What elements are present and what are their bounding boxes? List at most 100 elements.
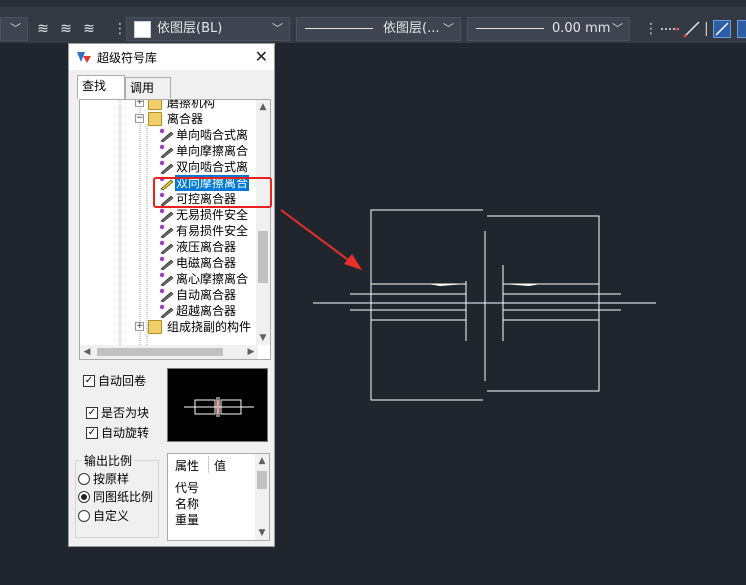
app-logo-icon [77, 52, 91, 63]
toolbar-divider: | [704, 21, 709, 37]
scroll-thumb[interactable] [257, 471, 267, 489]
tree-folder-row[interactable]: − 离合器 [80, 111, 258, 127]
layer-color-label: 依图层(BL) [157, 21, 223, 36]
highlight-box [153, 177, 272, 208]
props-vertical-scrollbar[interactable]: ▲ ▼ [255, 454, 269, 540]
tree-item-label: 组成挠副的构件 [167, 320, 252, 334]
tree-vertical-scrollbar[interactable]: ▲ ▼ [256, 100, 270, 345]
tab-search[interactable]: 查找 [77, 75, 125, 99]
tree-item-row[interactable]: 单向摩擦离合 [80, 143, 258, 159]
prop-header-value: 值 [214, 459, 227, 473]
dialog-title: 超级符号库 [97, 51, 158, 65]
lineweight-dropdown[interactable]: 0.00 mm ﹀ [467, 17, 630, 41]
radio-paper-scale-label: 同图纸比例 [93, 490, 154, 504]
checkbox-checked-icon: ✓ [86, 427, 98, 439]
toolbar-grip-icon: ⋮ [113, 21, 127, 37]
symbol-item-icon [158, 304, 174, 319]
close-icon[interactable]: ✕ [255, 47, 268, 66]
toolbar-grip-icon: ⋮ [644, 21, 658, 37]
radio-circle [78, 473, 90, 485]
expand-icon[interactable]: + [135, 322, 144, 331]
layer-match-icon[interactable]: ≋ [57, 20, 75, 38]
symbol-item-icon [158, 144, 174, 159]
symbol-item-icon [158, 128, 174, 143]
checkbox-checked-icon: ✓ [86, 407, 98, 419]
tree-item-label: 单向啮合式离 [176, 128, 249, 142]
tree-item-label: 无易损件安全 [176, 208, 249, 222]
scroll-up-icon[interactable]: ▲ [256, 100, 270, 114]
tree-item-label: 超越离合器 [176, 304, 237, 318]
toolbar-top-strip [0, 0, 746, 7]
color-dropdown[interactable]: 依图层(BL) ﹀ [126, 17, 290, 41]
tree-horizontal-scrollbar[interactable]: ◀ ▶ [80, 345, 258, 359]
annotation-arrow [280, 209, 362, 270]
tree-item-label: 磨擦机构 [167, 99, 216, 110]
as-block-label: 是否为块 [101, 406, 150, 420]
scroll-down-icon[interactable]: ▼ [256, 331, 270, 345]
folder-icon [148, 320, 162, 334]
expand-icon[interactable]: + [135, 100, 144, 107]
properties-grid[interactable]: 属性 值 代号 名称 重量 ▲ ▼ [167, 453, 270, 541]
scale-group-title: 输出比例 [82, 452, 135, 469]
tree-folder-row[interactable]: + 磨擦机构 [80, 99, 258, 111]
folder-icon [148, 100, 162, 110]
scroll-thumb[interactable] [258, 231, 268, 283]
tree-item-row[interactable]: 离心摩擦离合 [80, 271, 258, 287]
auto-return-label: 自动回卷 [98, 374, 147, 388]
tree-item-row[interactable]: 双向啮合式离 [80, 159, 258, 175]
scroll-down-icon[interactable]: ▼ [255, 526, 269, 540]
polar-tracking-icon[interactable] [737, 20, 746, 38]
radio-circle-selected [78, 491, 90, 503]
dashed-line-icon[interactable] [660, 20, 680, 38]
lineweight-label: 0.00 mm [552, 21, 611, 36]
linetype-label: 依图层(... [383, 21, 440, 36]
auto-rotate-label: 自动旋转 [101, 426, 150, 440]
layer-stack-icon[interactable]: ≋ [34, 20, 52, 38]
radio-as-is-label: 按原样 [93, 472, 130, 486]
tree-item-label: 电磁离合器 [176, 256, 237, 270]
tree-item-label: 液压离合器 [176, 240, 237, 254]
tree-item-row[interactable]: 自动离合器 [80, 287, 258, 303]
dialog-titlebar[interactable]: 超级符号库 ✕ [69, 44, 274, 70]
tree-folder-row[interactable]: + 组成挠副的构件 [80, 319, 258, 335]
tree-item-label: 有易损件安全 [176, 224, 249, 238]
symbol-preview [167, 368, 268, 442]
tree-item-row[interactable]: 单向啮合式离 [80, 127, 258, 143]
scroll-thumb[interactable] [97, 348, 223, 356]
scroll-right-icon[interactable]: ▶ [244, 345, 258, 359]
chevron-down-icon: ﹀ [10, 22, 21, 35]
prop-row-code: 代号 [175, 481, 200, 495]
preview-drawing [184, 397, 254, 417]
scroll-up-icon[interactable]: ▲ [255, 454, 269, 468]
chevron-down-icon: ﹀ [272, 22, 283, 35]
tree-item-row[interactable]: 有易损件安全 [80, 223, 258, 239]
tree-item-label: 单向摩擦离合 [176, 144, 249, 158]
symbol-item-icon [158, 288, 174, 303]
tree-item-row[interactable]: 无易损件安全 [80, 207, 258, 223]
scroll-left-icon[interactable]: ◀ [80, 345, 94, 359]
tree-item-row[interactable]: 液压离合器 [80, 239, 258, 255]
symbol-library-dialog: 超级符号库 ✕ 查找 调用 + 磨擦机构 − 离合器 单向啮合式离 单向摩擦离合 双向啮合式… [68, 43, 275, 547]
symbol-tree[interactable]: + 磨擦机构 − 离合器 单向啮合式离 单向摩擦离合 双向啮合式离 双向摩擦离合 可控离合器 无易… [79, 99, 271, 360]
linetype-dropdown[interactable]: 依图层(... ﹀ [296, 17, 461, 41]
prop-header-property: 属性 [175, 459, 200, 473]
prop-row-name: 名称 [175, 497, 200, 511]
line-preview [476, 28, 544, 29]
line-preview [305, 28, 373, 29]
ortho-mode-icon[interactable] [713, 20, 731, 38]
layer-freeze-icon[interactable]: ≋ [80, 20, 98, 38]
symbol-item-icon [158, 208, 174, 223]
tree-item-label: 自动离合器 [176, 288, 237, 302]
prev-dropdown[interactable]: ﹀ [0, 17, 28, 41]
folder-icon [148, 112, 162, 126]
radio-circle [78, 510, 90, 522]
collapse-icon[interactable]: − [135, 114, 144, 123]
tree-item-row[interactable]: 超越离合器 [80, 303, 258, 319]
prop-row-weight: 重量 [175, 513, 200, 527]
line-tool-icon[interactable] [683, 20, 701, 38]
tab-call[interactable]: 调用 [125, 77, 171, 99]
radio-custom-label: 自定义 [93, 509, 130, 523]
checkbox-checked-icon: ✓ [83, 375, 95, 387]
symbol-item-icon [158, 256, 174, 271]
tree-item-row[interactable]: 电磁离合器 [80, 255, 258, 271]
